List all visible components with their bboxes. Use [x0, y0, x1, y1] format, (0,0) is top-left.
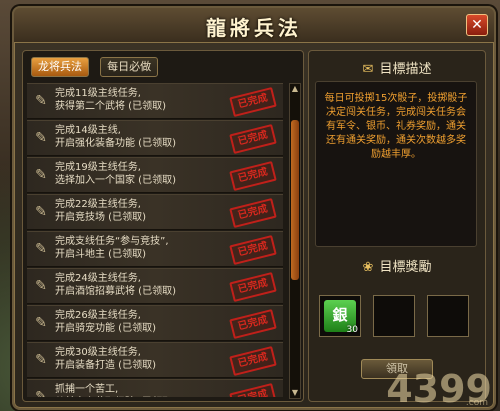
scroll-up-icon[interactable]: ▲: [290, 84, 300, 94]
dragon-general-window: 龍將兵法 ✕ 龙将兵法 每日必做 ✎ 完成11级主线任务, 获得第二个武将 (已…: [12, 6, 496, 410]
scroll-thumb[interactable]: [291, 120, 299, 280]
tab-bar: 龙将兵法 每日必做: [31, 57, 164, 79]
scroll-icon: ✎: [35, 167, 47, 183]
completed-stamp: 已完成: [229, 123, 277, 155]
tab-dragon-tactics[interactable]: 龙将兵法: [31, 57, 89, 77]
task-item[interactable]: ✎ 完成14级主线, 开启强化装备功能 (已领取) 已完成: [27, 120, 283, 156]
reward-count: 30: [346, 325, 358, 335]
task-text: 完成19级主线任务, 选择加入一个国家 (已领取): [55, 162, 176, 186]
goal-description-box: 每日可投掷15次骰子，投掷骰子决定闯关任务，完成闯关任务会有军令、银币、礼券奖励…: [315, 81, 477, 247]
window-title: 龍將兵法: [206, 16, 302, 40]
scroll-down-icon[interactable]: ▼: [290, 388, 300, 398]
goal-description-text: 每日可投掷15次骰子，投掷骰子决定闯关任务，完成闯关任务会有军令、银币、礼券奖励…: [324, 93, 468, 160]
task-item[interactable]: ✎ 抓捕一个苦工, 从其身上获取经验 (已领取) 已完成: [27, 379, 283, 397]
task-item[interactable]: ✎ 完成26级主线任务, 开启骑宠功能 (已领取) 已完成: [27, 305, 283, 341]
task-list: ✎ 完成11级主线任务, 获得第二个武将 (已领取) 已完成 ✎ 完成14级主线…: [27, 83, 283, 397]
task-text: 完成24级主线任务, 开启酒馆招募武将 (已领取): [55, 273, 176, 297]
task-item[interactable]: ✎ 完成22级主线任务, 开启竞技场 (已领取) 已完成: [27, 194, 283, 230]
scroll-icon: ✎: [35, 315, 47, 331]
scroll-icon: ✎: [35, 93, 47, 109]
scroll-icon: ✎: [35, 130, 47, 146]
goal-panel: ✉ 目標描述 每日可投掷15次骰子，投掷骰子决定闯关任务，完成闯关任务会有军令、银…: [308, 50, 486, 402]
task-panel: 龙将兵法 每日必做 ✎ 完成11级主线任务, 获得第二个武将 (已领取) 已完成…: [22, 50, 304, 402]
reward-slot-empty: [373, 295, 415, 337]
completed-stamp: 已完成: [229, 86, 277, 118]
tab-daily-tasks[interactable]: 每日必做: [100, 57, 159, 77]
goal-reward-header: ❀ 目標獎勵: [309, 257, 485, 279]
task-text: 抓捕一个苦工, 从其身上获取经验 (已领取): [55, 384, 119, 395]
goal-description-header: ✉ 目標描述: [309, 59, 485, 81]
close-icon: ✕: [471, 17, 483, 33]
title-bar: 龍將兵法 ✕: [14, 8, 494, 43]
scroll-icon: ✉: [362, 62, 374, 77]
completed-stamp: 已完成: [229, 160, 277, 192]
scroll-icon: ✎: [35, 278, 47, 294]
task-text: 完成14级主线, 开启强化装备功能 (已领取): [55, 125, 176, 149]
task-item[interactable]: ✎ 完成11级主线任务, 获得第二个武将 (已领取) 已完成: [27, 83, 283, 119]
task-text: 完成26级主线任务, 开启骑宠功能 (已领取): [55, 310, 156, 334]
completed-stamp: 已完成: [229, 271, 277, 303]
scroll-icon: ✎: [35, 241, 47, 257]
completed-stamp: 已完成: [229, 382, 277, 397]
scroll-icon: ✎: [35, 389, 47, 397]
task-item[interactable]: ✎ 完成支线任务“参与竞技”, 开启斗地主 (已领取) 已完成: [27, 231, 283, 267]
reward-slots: 銀 30: [319, 295, 475, 339]
task-text: 完成22级主线任务, 开启竞技场 (已领取): [55, 199, 146, 223]
close-button[interactable]: ✕: [466, 14, 488, 36]
watermark-domain: .com: [465, 398, 488, 408]
scroll-icon: ✎: [35, 352, 47, 368]
reward-slot-empty: [427, 295, 469, 337]
completed-stamp: 已完成: [229, 345, 277, 377]
task-text: 完成11级主线任务, 获得第二个武将 (已领取): [55, 88, 166, 112]
task-item[interactable]: ✎ 完成19级主线任务, 选择加入一个国家 (已领取) 已完成: [27, 157, 283, 193]
completed-stamp: 已完成: [229, 197, 277, 229]
task-text: 完成支线任务“参与竞技”, 开启斗地主 (已领取): [55, 236, 169, 260]
task-scrollbar[interactable]: ▲ ▼: [289, 83, 301, 399]
coin-bag-icon: ❀: [362, 260, 374, 275]
task-item[interactable]: ✎ 完成30级主线任务, 开启装备打造 (已领取) 已完成: [27, 342, 283, 378]
task-item[interactable]: ✎ 完成24级主线任务, 开启酒馆招募武将 (已领取) 已完成: [27, 268, 283, 304]
scroll-icon: ✎: [35, 204, 47, 220]
task-text: 完成30级主线任务, 开启装备打造 (已领取): [55, 347, 156, 371]
completed-stamp: 已完成: [229, 234, 277, 266]
reward-slot[interactable]: 銀 30: [319, 295, 361, 337]
goal-description-title: 目標描述: [379, 62, 432, 77]
completed-stamp: 已完成: [229, 308, 277, 340]
goal-reward-title: 目標獎勵: [379, 260, 432, 275]
